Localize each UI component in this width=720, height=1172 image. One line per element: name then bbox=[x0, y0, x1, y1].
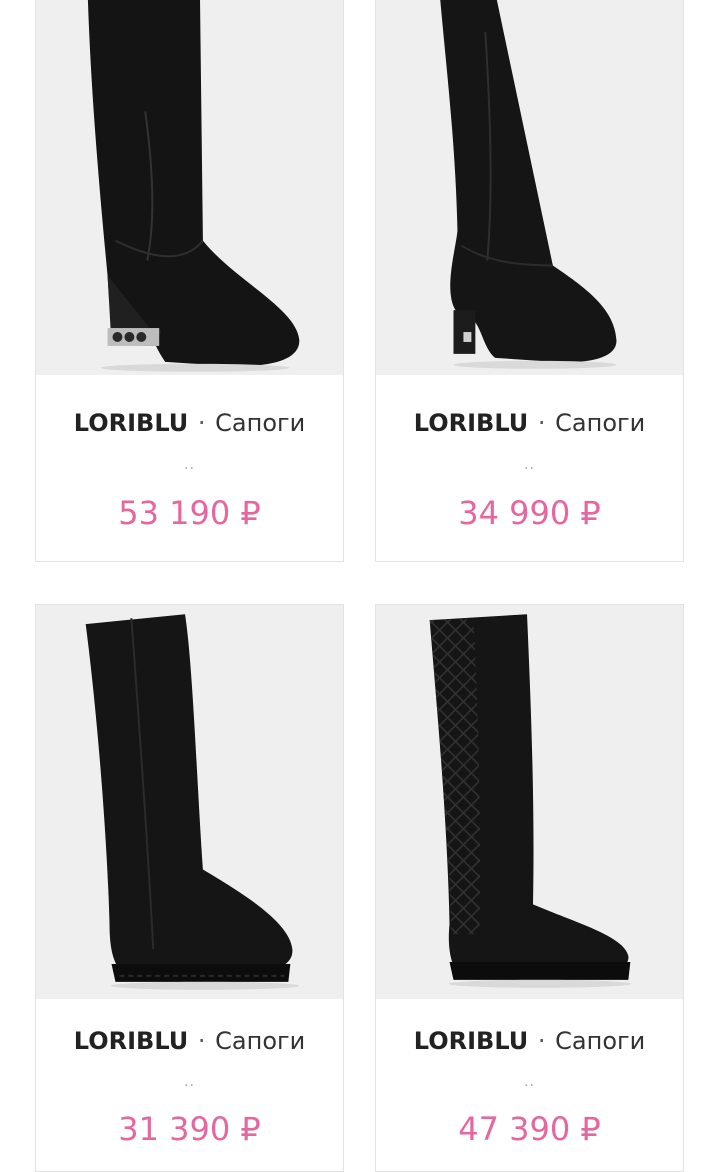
product-title[interactable]: LORIBLU · Сапоги bbox=[376, 1027, 683, 1055]
product-image[interactable] bbox=[36, 0, 343, 375]
title-separator: · bbox=[197, 1027, 206, 1055]
product-category: Сапоги bbox=[555, 409, 646, 437]
boot-image bbox=[429, 614, 632, 988]
boot-image bbox=[440, 0, 617, 369]
product-brand: LORIBLU bbox=[413, 409, 529, 437]
product-card[interactable]: LORIBLU · Сапоги ·· 53 190 ₽ bbox=[35, 0, 344, 562]
boot-image bbox=[85, 614, 300, 990]
product-category: Сапоги bbox=[215, 409, 306, 437]
product-price: 34 990 ₽ bbox=[458, 494, 601, 532]
color-dots: ·· bbox=[524, 1078, 535, 1094]
product-title[interactable]: LORIBLU · Сапоги bbox=[376, 409, 683, 437]
product-title[interactable]: LORIBLU · Сапоги bbox=[36, 409, 343, 437]
product-image[interactable] bbox=[376, 0, 683, 375]
title-separator: · bbox=[537, 409, 546, 437]
color-dots: ·· bbox=[524, 461, 535, 477]
product-price: 31 390 ₽ bbox=[118, 1110, 261, 1148]
product-image[interactable] bbox=[36, 605, 343, 999]
color-dots: ·· bbox=[184, 1078, 195, 1094]
product-card[interactable]: LORIBLU · Сапоги ·· 47 390 ₽ bbox=[375, 604, 684, 1172]
title-separator: · bbox=[537, 1027, 546, 1055]
product-card[interactable]: LORIBLU · Сапоги ·· 31 390 ₽ bbox=[35, 604, 344, 1172]
product-brand: LORIBLU bbox=[413, 1027, 529, 1055]
product-image[interactable] bbox=[376, 605, 683, 999]
product-brand: LORIBLU bbox=[73, 409, 189, 437]
title-separator: · bbox=[197, 409, 206, 437]
color-dots: ·· bbox=[184, 461, 195, 477]
product-title[interactable]: LORIBLU · Сапоги bbox=[36, 1027, 343, 1055]
product-price: 53 190 ₽ bbox=[118, 494, 261, 532]
product-card[interactable]: LORIBLU · Сапоги ·· 34 990 ₽ bbox=[375, 0, 684, 562]
product-category: Сапоги bbox=[555, 1027, 646, 1055]
boot-image bbox=[87, 0, 300, 372]
product-brand: LORIBLU bbox=[73, 1027, 189, 1055]
product-price: 47 390 ₽ bbox=[458, 1110, 601, 1148]
product-category: Сапоги bbox=[215, 1027, 306, 1055]
